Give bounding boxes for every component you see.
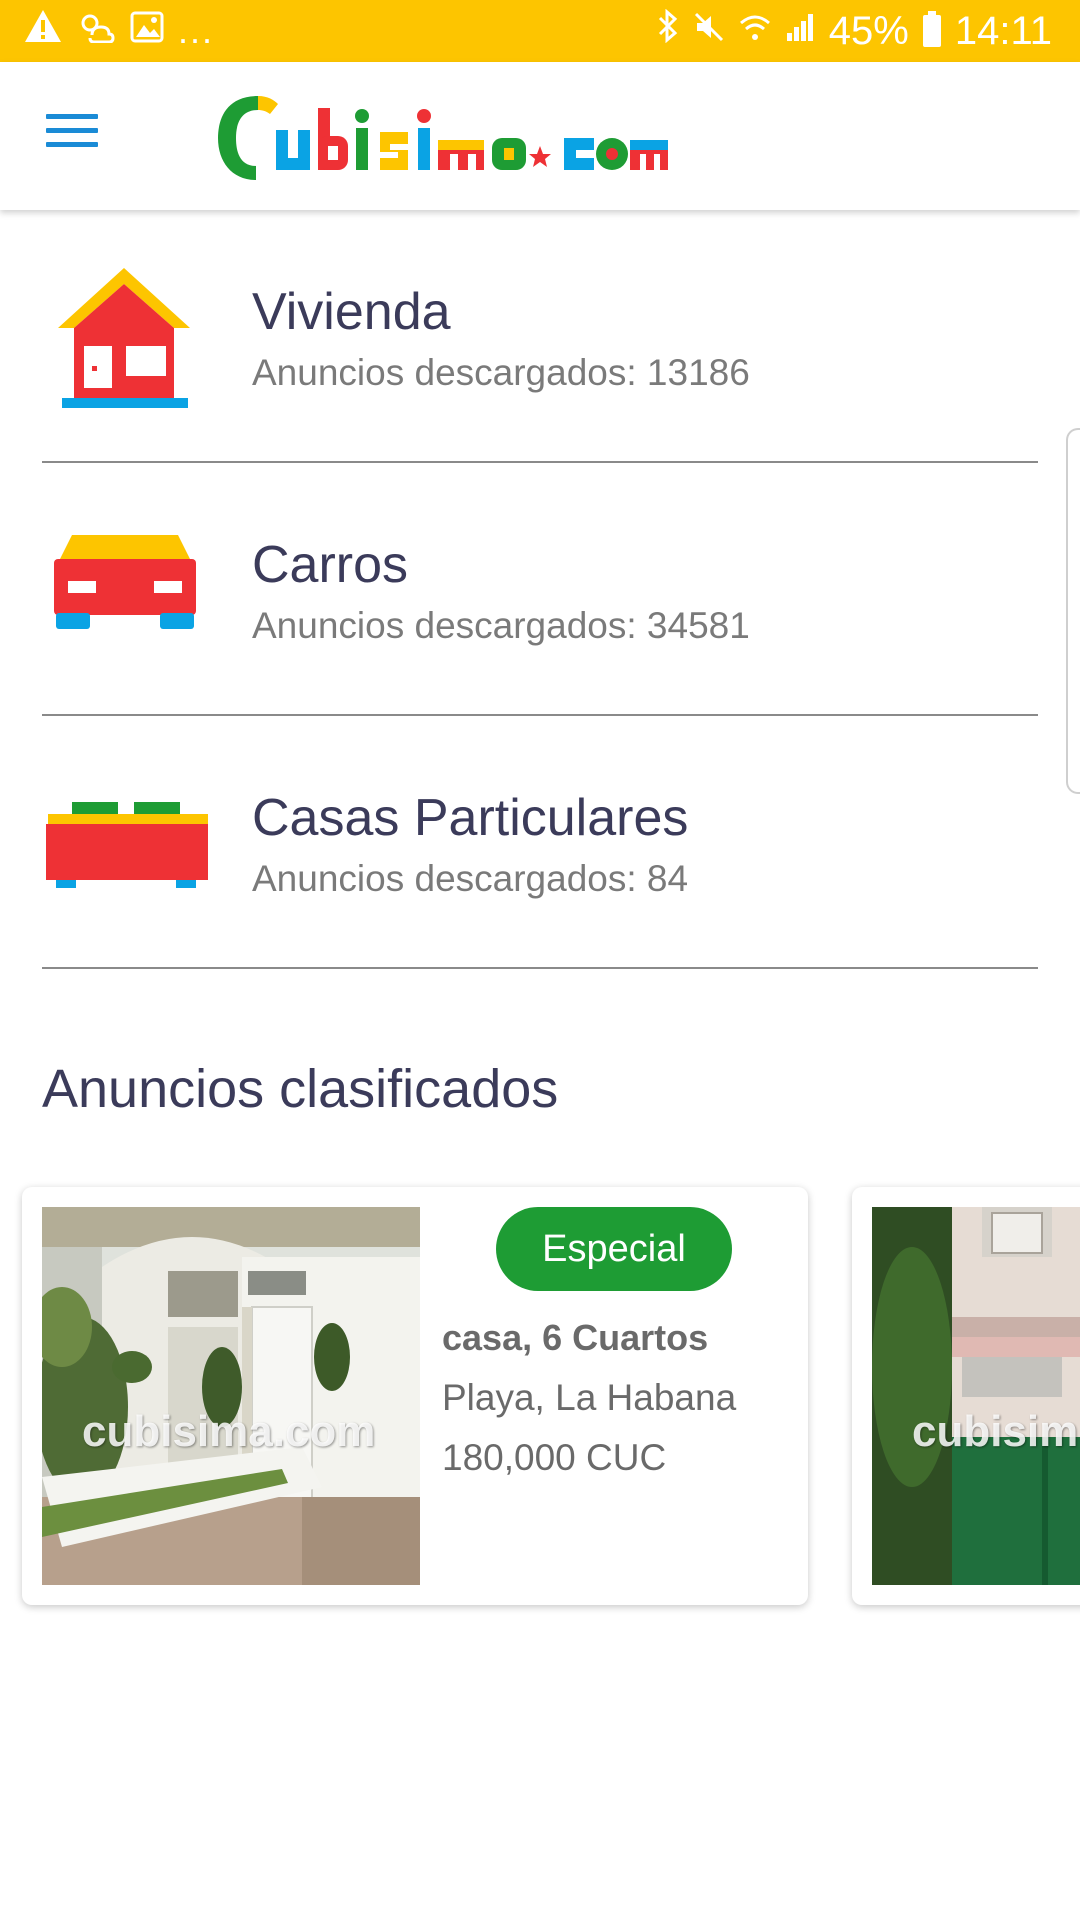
listing-card[interactable]: cubisim	[852, 1187, 1080, 1605]
category-casas-particulares[interactable]: Casas Particulares Anuncios descargados:…	[42, 716, 1038, 969]
listing-photo: cubisim	[872, 1207, 1080, 1585]
divider	[42, 967, 1038, 969]
photo-watermark: cubisima.com	[82, 1407, 376, 1456]
status-more-indicator: ...	[178, 10, 215, 51]
clock: 14:11	[954, 9, 1052, 53]
category-download-count: Anuncios descargados: 13186	[252, 352, 750, 393]
listing-price: 180,000 CUC	[442, 1437, 667, 1478]
category-download-count: Anuncios descargados: 84	[252, 858, 689, 899]
cubisima-logo	[210, 82, 670, 192]
listing-location: Playa, La Habana	[442, 1377, 737, 1418]
weather-icon	[76, 8, 116, 54]
mute-icon	[693, 8, 725, 54]
battery-icon	[922, 11, 941, 47]
car-icon	[42, 463, 212, 716]
listing-card[interactable]: cubisima.com Especial casa, 6 Cuartos Pl…	[22, 1187, 808, 1605]
scroll-edge-indicator	[1066, 428, 1080, 794]
listing-title: casa, 6 Cuartos	[442, 1317, 709, 1358]
category-title: Casas Particulares	[252, 789, 689, 847]
category-title: Vivienda	[252, 283, 451, 341]
category-title: Carros	[252, 536, 409, 594]
wifi-icon	[739, 8, 771, 54]
hamburger-menu-icon[interactable]	[46, 114, 98, 154]
photo-watermark: cubisim	[912, 1407, 1079, 1456]
signal-icon	[785, 8, 815, 54]
bed-icon	[42, 716, 212, 969]
category-vivienda[interactable]: Vivienda Anuncios descargados: 13186	[42, 210, 1038, 463]
special-badge: Especial	[496, 1207, 732, 1291]
listing-photo: cubisima.com	[42, 1207, 420, 1585]
warning-icon	[24, 8, 62, 54]
category-download-count: Anuncios descargados: 34581	[252, 605, 750, 646]
battery-percent: 45%	[828, 9, 909, 53]
bluetooth-icon	[657, 8, 679, 54]
image-icon	[130, 8, 164, 54]
category-carros[interactable]: Carros Anuncios descargados: 34581	[42, 463, 1038, 716]
status-bar: ... 45% 14:11	[0, 0, 1080, 62]
app-bar	[0, 62, 1080, 210]
section-title: Anuncios clasificados	[42, 1059, 559, 1119]
house-icon	[42, 210, 212, 463]
